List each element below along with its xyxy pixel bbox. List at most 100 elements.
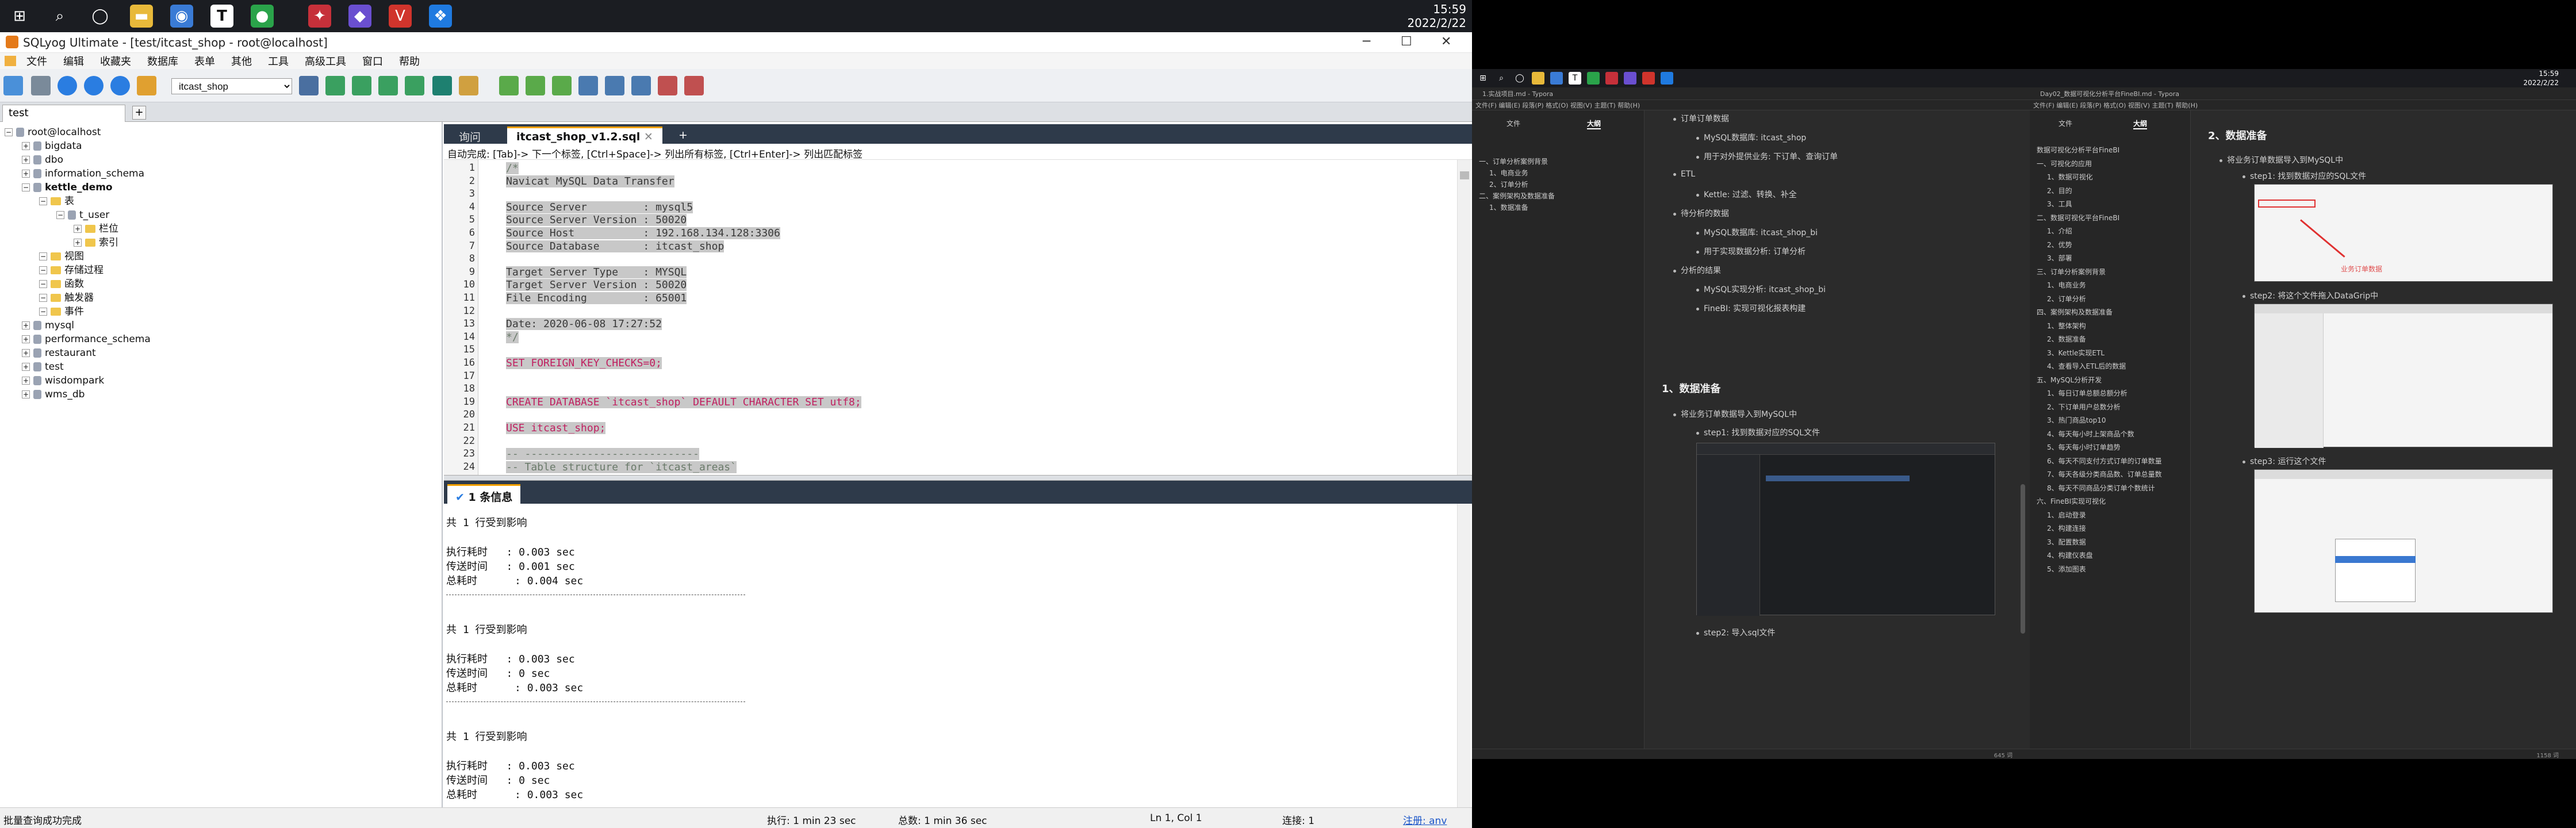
search-icon[interactable]: ⌕ [48, 5, 71, 28]
scroll-thumb[interactable] [1460, 171, 1469, 179]
outline-item[interactable]: 二、案例架构及数据准备 [1479, 191, 1555, 201]
menu-edit[interactable]: 编辑 [63, 53, 84, 68]
notification-icon[interactable] [631, 76, 651, 95]
expand-toggle-icon[interactable]: + [22, 390, 30, 398]
restore-icon[interactable] [352, 76, 371, 95]
chrome-icon[interactable]: ◉ [170, 5, 193, 28]
outline-item[interactable]: 六、FineBI实现可视化 [2037, 496, 2106, 506]
tree-node[interactable]: + information_schema [22, 167, 144, 181]
network-icon-2[interactable] [1661, 72, 1673, 85]
tree-node[interactable]: − 视图 [39, 250, 84, 263]
outline-item[interactable]: 2、目的 [2047, 186, 2072, 195]
expand-toggle-icon[interactable]: + [22, 349, 30, 357]
app-icon-red-2[interactable] [1605, 72, 1618, 85]
database-select[interactable]: itcast_shop [171, 78, 292, 94]
outline-item[interactable]: 一、订单分析案例背景 [1479, 156, 1548, 166]
outline-item[interactable]: 1、介绍 [2047, 226, 2072, 236]
outline-item[interactable]: 一、可视化的应用 [2037, 159, 2092, 168]
new-connection-icon[interactable] [3, 76, 23, 95]
outline-item[interactable]: 1、启动登录 [2047, 510, 2086, 520]
outline-item[interactable]: 5、每天每小时订单趋势 [2047, 442, 2121, 452]
tree-node[interactable]: + restaurant [22, 346, 96, 360]
sql-editor[interactable]: 1 2 3 4 5 6 7 8 9 10 11 12 13 14 15 16 17 18 19 20 21 22 23 24 … [444, 160, 1457, 475]
expand-toggle-icon[interactable]: + [22, 170, 30, 178]
outline-item[interactable]: 4、查看导入ETL后的数据 [2047, 361, 2126, 371]
menu-advanced-tools[interactable]: 高级工具 [305, 53, 346, 68]
file-explorer-icon[interactable]: ▬ [130, 5, 153, 28]
windows-start-icon-2[interactable]: ⊞ [1477, 72, 1489, 85]
tree-node[interactable]: − 触发器 [39, 291, 94, 305]
query-builder2-icon[interactable] [526, 76, 545, 95]
expand-toggle-icon[interactable]: − [39, 197, 47, 205]
disconnect-icon[interactable] [31, 76, 51, 95]
outline-item[interactable]: 3、热门商品top10 [2047, 415, 2106, 425]
outline-item[interactable]: 数据可视化分析平台FineBI [2037, 145, 2119, 155]
expand-toggle-icon[interactable]: + [22, 142, 30, 150]
tree-node[interactable]: + 栏位 [74, 222, 118, 236]
expand-toggle-icon[interactable]: + [22, 156, 30, 164]
expand-toggle-icon[interactable]: − [39, 308, 47, 316]
close-tab-icon[interactable]: ✕ [644, 131, 653, 143]
task-view-icon[interactable]: ◯ [89, 5, 112, 28]
menu-tools[interactable]: 工具 [268, 53, 289, 68]
outline-item[interactable]: 2、订单分析 [2047, 294, 2086, 304]
import-icon[interactable] [378, 76, 398, 95]
outline-item[interactable]: 8、每天不同商品分类订单个数统计 [2047, 483, 2155, 493]
outline-item[interactable]: 四、案例架构及数据准备 [2037, 307, 2113, 317]
jetbrains-icon-2[interactable] [1624, 72, 1636, 85]
tree-node[interactable]: − 事件 [39, 305, 84, 319]
outline-item[interactable]: 1、电商业务 [1489, 168, 1528, 178]
menu-database[interactable]: 数据库 [147, 53, 178, 68]
outline-item[interactable]: 7、每天各级分类商品数、订单总量数 [2047, 469, 2162, 479]
outline-item[interactable]: 3、工具 [2047, 199, 2072, 209]
execute-query-icon[interactable] [57, 76, 77, 95]
outline-item[interactable]: 1、每日订单总额总额分析 [2047, 388, 2128, 398]
schema-sync-icon[interactable] [578, 76, 598, 95]
vpn-icon-2[interactable] [1642, 72, 1655, 85]
outline-item[interactable]: 4、每天每小时上架商品个数 [2047, 429, 2134, 439]
tree-node[interactable]: − kettle_demo [22, 181, 113, 194]
vpn-icon[interactable]: V [389, 5, 412, 28]
menu-other[interactable]: 其他 [231, 53, 252, 68]
tree-node[interactable]: + test [22, 360, 64, 374]
wechat-icon-2[interactable] [1587, 72, 1600, 85]
execute-all-icon[interactable] [84, 76, 103, 95]
new-tab-button[interactable]: + [669, 126, 697, 144]
schema-designer-icon[interactable] [459, 76, 478, 95]
editor-scrollbar[interactable] [1457, 160, 1471, 475]
expand-toggle-icon[interactable]: − [22, 183, 30, 191]
network-icon[interactable]: ❖ [429, 5, 452, 28]
tree-node[interactable]: + performance_schema [22, 332, 151, 346]
message-scrollbar[interactable] [1457, 504, 1471, 808]
close-button[interactable]: ✕ [1441, 34, 1451, 49]
tree-node[interactable]: + 索引 [74, 236, 118, 250]
connection-tab-test[interactable]: test [2, 105, 125, 122]
typora1-scrollbar[interactable] [2021, 484, 2025, 634]
tab-query[interactable]: 询问 [450, 126, 490, 144]
search-icon-2[interactable]: ⌕ [1495, 72, 1508, 85]
pane-splitter[interactable] [444, 475, 1472, 481]
expand-toggle-icon[interactable]: + [22, 321, 30, 329]
outline-item[interactable]: 2、数据准备 [2047, 334, 2086, 344]
chrome-icon-2[interactable] [1550, 72, 1563, 85]
file-explorer-icon-2[interactable] [1532, 72, 1544, 85]
typora2-tab-files[interactable]: 文件 [2058, 118, 2072, 128]
tree-node[interactable]: + wms_db [22, 388, 85, 401]
sync-icon[interactable] [432, 76, 452, 95]
tree-node[interactable]: − 函数 [39, 277, 84, 291]
menu-file[interactable]: 文件 [26, 53, 47, 68]
export-icon[interactable] [405, 76, 424, 95]
outline-item[interactable]: 3、配置数据 [2047, 537, 2086, 547]
expand-toggle-icon[interactable]: + [22, 363, 30, 371]
typora-icon[interactable]: T [210, 5, 233, 28]
outline-item[interactable]: 1、数据可视化 [2047, 172, 2093, 182]
outline-item[interactable]: 5、添加图表 [2047, 564, 2086, 574]
expand-toggle-icon[interactable]: + [74, 225, 82, 233]
typora1-tab-files[interactable]: 文件 [1506, 118, 1520, 128]
query-builder-icon[interactable] [499, 76, 519, 95]
maximize-button[interactable]: ☐ [1401, 34, 1412, 49]
tree-node[interactable]: + mysql [22, 319, 74, 332]
wechat-icon[interactable]: ● [251, 5, 274, 28]
tree-node[interactable]: + dbo [22, 153, 63, 167]
tree-node[interactable]: − t_user [56, 208, 109, 222]
